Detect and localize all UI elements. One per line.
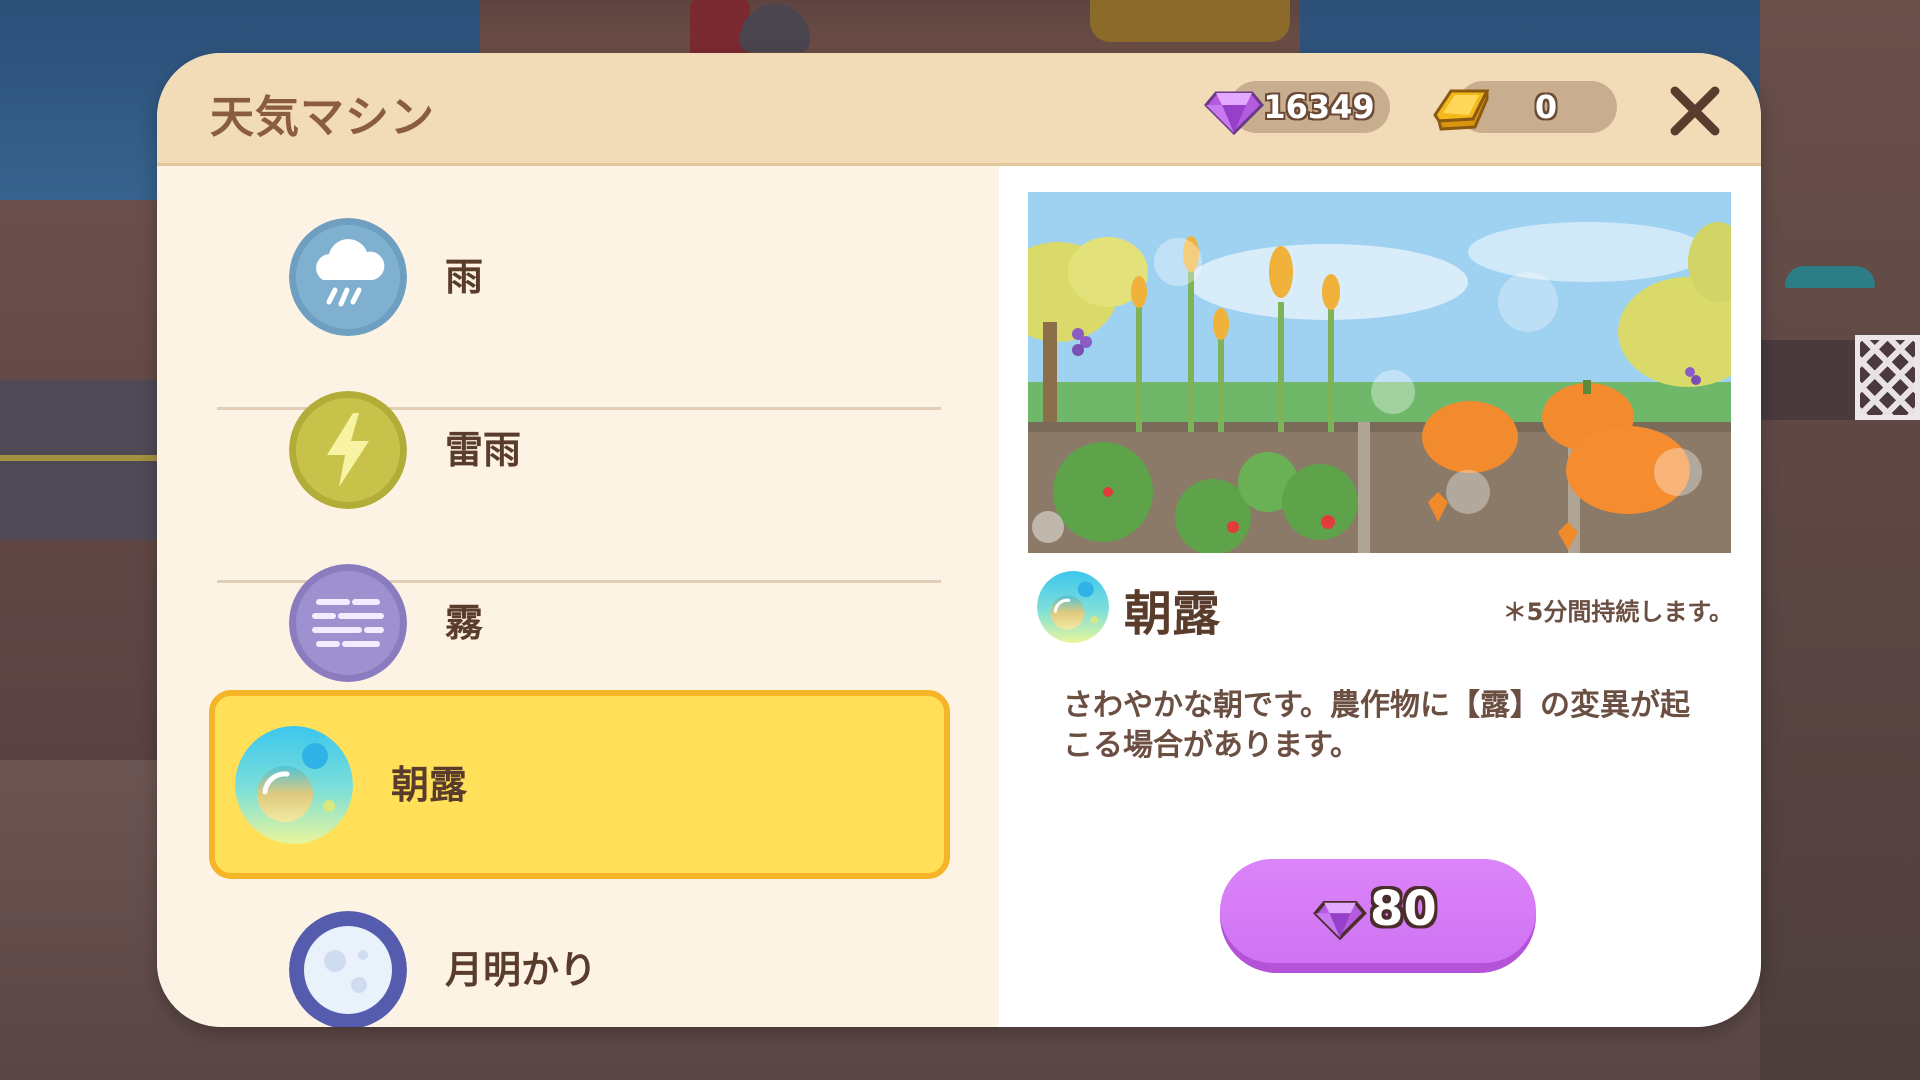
weather-item-rain[interactable]: 雨 <box>215 178 955 352</box>
dialog-header: 天気マシン 16349 0 <box>157 53 1761 166</box>
weather-item-morning-dew[interactable]: 朝露 <box>209 690 950 879</box>
gem-counter: 16349 <box>1203 81 1390 136</box>
dialog-title: 天気マシン <box>210 92 435 143</box>
gold-count: 0 <box>1534 88 1558 126</box>
purple-gem-icon <box>1313 901 1367 941</box>
dew-bubble-icon <box>1037 571 1109 643</box>
buy-button[interactable]: 80 <box>1220 859 1536 973</box>
background-umbrella <box>1785 266 1875 288</box>
background-sign <box>1090 0 1290 42</box>
dew-bubble-icon <box>235 726 353 844</box>
close-icon[interactable] <box>1667 83 1723 139</box>
weather-item-label: 雨 <box>445 255 484 299</box>
moon-icon <box>289 911 407 1027</box>
rain-cloud-icon <box>289 218 407 336</box>
gold-counter: 0 <box>1433 81 1617 133</box>
weather-item-thunderstorm[interactable]: 雷雨 <box>215 351 955 525</box>
weather-item-fog[interactable]: 霧 <box>215 524 955 698</box>
background-fence <box>1855 335 1920 420</box>
lightning-icon <box>289 391 407 509</box>
weather-detail-panel: 朝露 ＊5分間持続します。 さわやかな朝です。農作物に【露】の変異が起こる場合が… <box>999 166 1761 1027</box>
weather-preview-image <box>1028 192 1731 553</box>
buy-button-face: 80 <box>1220 859 1536 963</box>
weather-item-label: 雷雨 <box>445 428 522 472</box>
weather-item-moonlight[interactable]: 月明かり <box>215 871 955 1027</box>
weather-item-label: 朝露 <box>391 763 468 807</box>
weather-item-label: 月明かり <box>445 948 598 992</box>
fog-icon <box>289 564 407 682</box>
weather-detail-name: 朝露 <box>1124 586 1221 642</box>
weather-list: 雨 雷雨 霧 朝露 月明かり <box>157 166 999 1027</box>
weather-machine-dialog: 天気マシン 16349 0 雨 雷雨 霧 朝露 月明かり 朝露 ＊5分間持続しま… <box>157 53 1761 1027</box>
gem-count: 16349 <box>1263 88 1375 126</box>
buy-price: 80 <box>1370 881 1437 937</box>
weather-description: さわやかな朝です。農作物に【露】の変異が起こる場合があります。 <box>1063 688 1690 763</box>
background-building <box>1760 0 1920 1080</box>
weather-duration-note: ＊5分間持続します。 <box>1502 598 1733 626</box>
weather-item-label: 霧 <box>445 601 484 645</box>
